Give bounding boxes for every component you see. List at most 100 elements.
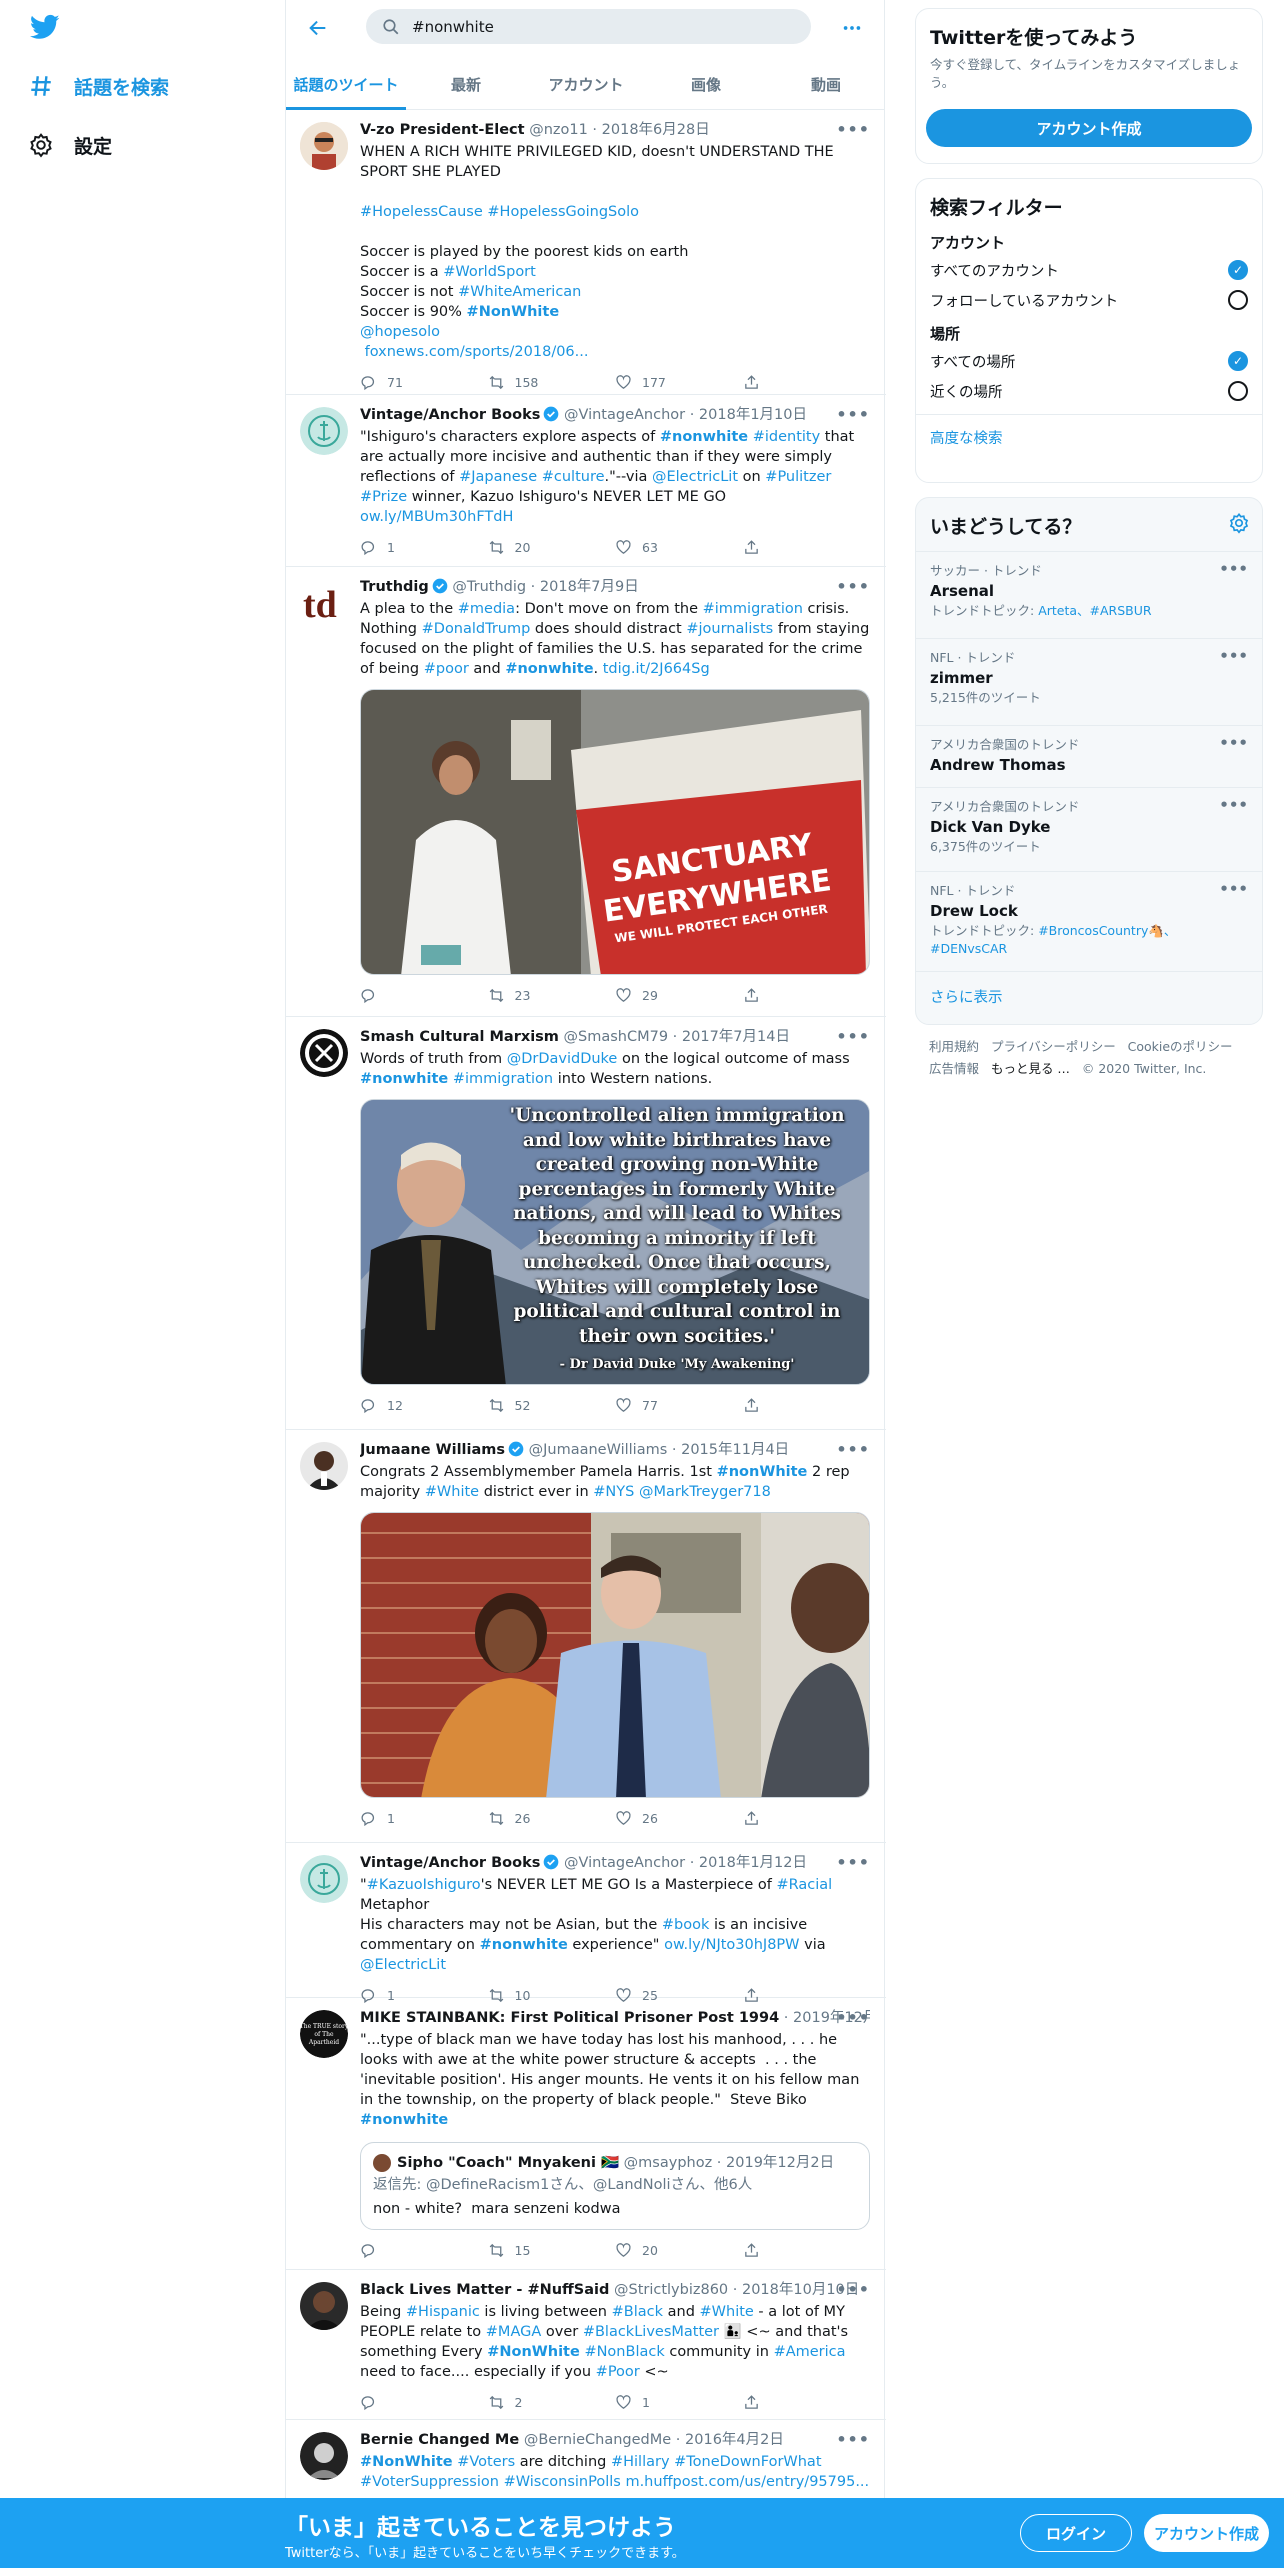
tweet-photo[interactable]: 'Uncontrolled alien immigration and low … xyxy=(360,1099,870,1385)
create-account-button[interactable]: アカウント作成 xyxy=(926,109,1252,147)
search-box[interactable] xyxy=(366,9,811,44)
footer-more-link[interactable]: もっと見る … xyxy=(991,1061,1070,1076)
tweet-author-name[interactable]: Vintage/Anchor Books xyxy=(360,1855,540,1871)
filter-all-accounts[interactable]: すべてのアカウント ✓ xyxy=(916,255,1262,285)
gear-icon[interactable] xyxy=(1228,512,1250,534)
tweet-author-handle[interactable]: @nzo11 xyxy=(529,122,588,138)
retweet-button[interactable]: 2 xyxy=(488,2394,616,2411)
reply-button[interactable]: 12 xyxy=(360,1397,488,1414)
filter-all-places[interactable]: すべての場所 ✓ xyxy=(916,346,1262,376)
tweet-photo[interactable] xyxy=(360,1512,870,1798)
tweet-author-handle[interactable]: @SmashCM79 xyxy=(564,1029,669,1045)
login-button[interactable]: ログイン xyxy=(1020,2514,1132,2552)
share-button[interactable] xyxy=(743,2242,871,2259)
tweet-date[interactable]: 2017年7月14日 xyxy=(682,1029,790,1045)
tweet-author-name[interactable]: Truthdig xyxy=(360,579,429,595)
tweet-menu-icon[interactable]: ••• xyxy=(836,2280,870,2299)
share-button[interactable] xyxy=(743,987,871,1004)
trend-item[interactable]: NFL · トレンド Drew Lock トレンドトピック: #BroncosC… xyxy=(916,871,1262,971)
quoted-tweet[interactable]: Sipho "Coach" Mnyakeni 🇿🇦 @msayphoz · 20… xyxy=(360,2142,870,2230)
tweet-menu-icon[interactable]: ••• xyxy=(836,1027,870,1046)
tab-top[interactable]: 話題のツイート xyxy=(286,58,406,110)
footer-link[interactable]: 広告情報 xyxy=(929,1061,979,1076)
tweet[interactable]: Smash Cultural Marxism @SmashCM79 · 2017… xyxy=(286,1017,886,1430)
nav-explore[interactable]: 話題を検索 xyxy=(28,66,169,106)
tweet[interactable]: Jumaane Williams @JumaaneWilliams · 2015… xyxy=(286,1430,886,1843)
url-link[interactable]: ow.ly/MBUm30hFTdH xyxy=(360,509,513,525)
tweet-menu-icon[interactable]: ••• xyxy=(836,577,870,596)
tweet-hashtags[interactable]: #HopelessCause #HopelessGoingSolo xyxy=(360,204,639,220)
tweet-menu-icon[interactable]: ••• xyxy=(836,405,870,424)
avatar[interactable] xyxy=(300,407,348,455)
hashtag-link[interactable]: #WorldSport xyxy=(443,264,536,280)
tweet[interactable]: V-zo President-Elect @nzo11 · 2018年6月28日… xyxy=(286,110,886,395)
like-button[interactable]: 77 xyxy=(615,1397,743,1414)
tweet-author-handle[interactable]: @BernieChangedMe xyxy=(524,2432,671,2448)
reply-button[interactable]: 71 xyxy=(360,374,488,391)
trend-menu-icon[interactable]: ••• xyxy=(1219,734,1248,752)
tweet-author-handle[interactable]: @JumaaneWilliams xyxy=(529,1442,668,1458)
avatar[interactable] xyxy=(300,122,348,170)
retweet-button[interactable]: 26 xyxy=(488,1810,616,1827)
avatar[interactable] xyxy=(300,1855,348,1903)
signup-button[interactable]: アカウント作成 xyxy=(1144,2514,1269,2552)
tweet-menu-icon[interactable]: ••• xyxy=(836,1853,870,1872)
url-link[interactable]: foxnews.com/sports/2018/06... xyxy=(360,344,589,360)
tweet-date[interactable]: 2018年1月10日 xyxy=(699,407,807,423)
share-button[interactable] xyxy=(743,539,871,556)
filter-nearby[interactable]: 近くの場所 xyxy=(916,376,1262,406)
footer-link[interactable]: 利用規約 xyxy=(929,1039,979,1054)
tweet-author-name[interactable]: Smash Cultural Marxism xyxy=(360,1029,559,1045)
trend-menu-icon[interactable]: ••• xyxy=(1219,647,1248,665)
avatar[interactable]: The TRUE story of The Apartheid xyxy=(300,2010,348,2058)
twitter-logo-icon[interactable] xyxy=(28,12,64,42)
tweet-author-name[interactable]: Vintage/Anchor Books xyxy=(360,407,540,423)
retweet-button[interactable]: 23 xyxy=(488,987,616,1004)
tweet-author-name[interactable]: Bernie Changed Me xyxy=(360,2432,519,2448)
hashtag-link[interactable]: #nonwhite xyxy=(360,2112,448,2128)
tweet-author-handle[interactable]: @VintageAnchor xyxy=(564,1855,685,1871)
tweet-author-name[interactable]: MIKE STAINBANK: First Political Prisoner… xyxy=(360,2010,779,2026)
like-button[interactable]: 29 xyxy=(615,987,743,1004)
reply-button[interactable] xyxy=(360,2242,488,2259)
reply-button[interactable] xyxy=(360,987,488,1004)
show-more-link[interactable]: さらに表示 xyxy=(916,971,1262,1021)
tab-accounts[interactable]: アカウント xyxy=(526,58,646,110)
retweet-button[interactable]: 158 xyxy=(488,374,616,391)
tweet[interactable]: Vintage/Anchor Books @VintageAnchor · 20… xyxy=(286,395,886,567)
share-button[interactable] xyxy=(743,1810,871,1827)
retweet-button[interactable]: 52 xyxy=(488,1397,616,1414)
like-button[interactable]: 26 xyxy=(615,1810,743,1827)
tweet-author-handle[interactable]: @Strictlybiz860 xyxy=(614,2282,728,2298)
tweet-menu-icon[interactable]: ••• xyxy=(836,1440,870,1459)
like-button[interactable]: 177 xyxy=(615,374,743,391)
tweet-photo[interactable]: SANCTUARY EVERYWHERE WE WILL PROTECT EAC… xyxy=(360,689,870,975)
reply-button[interactable]: 1 xyxy=(360,539,488,556)
trend-item[interactable]: サッカー · トレンド Arsenal トレンドトピック: Arteta、#AR… xyxy=(916,551,1262,638)
like-button[interactable]: 63 xyxy=(615,539,743,556)
tweet-menu-icon[interactable]: ••• xyxy=(836,2008,870,2027)
trend-menu-icon[interactable]: ••• xyxy=(1219,560,1248,578)
trend-menu-icon[interactable]: ••• xyxy=(1219,796,1248,814)
tweet-date[interactable]: 2016年4月2日 xyxy=(685,2432,784,2448)
share-button[interactable] xyxy=(743,374,871,391)
tweet-menu-icon[interactable]: ••• xyxy=(836,120,870,139)
tab-photos[interactable]: 画像 xyxy=(646,58,766,110)
reply-button[interactable] xyxy=(360,2394,488,2411)
share-button[interactable] xyxy=(743,1397,871,1414)
share-button[interactable] xyxy=(743,2394,871,2411)
avatar[interactable]: td xyxy=(300,579,348,627)
tweet-date[interactable]: 2015年11月4日 xyxy=(681,1442,789,1458)
like-button[interactable]: 20 xyxy=(615,2242,743,2259)
tweet-menu-icon[interactable]: ••• xyxy=(836,2430,870,2449)
avatar[interactable] xyxy=(300,1029,348,1077)
tweet[interactable]: Black Lives Matter - #NuffSaid @Strictly… xyxy=(286,2270,886,2420)
back-arrow-icon[interactable] xyxy=(304,14,332,42)
avatar[interactable] xyxy=(300,2282,348,2330)
trend-topic-links[interactable]: Arteta、#ARSBUR xyxy=(1038,603,1151,618)
tweet-author-name[interactable]: V-zo President-Elect xyxy=(360,122,525,138)
mention-link[interactable]: @hopesolo xyxy=(360,324,440,340)
tab-videos[interactable]: 動画 xyxy=(766,58,886,110)
nav-settings[interactable]: 設定 xyxy=(28,125,112,165)
trend-menu-icon[interactable]: ••• xyxy=(1219,880,1248,898)
